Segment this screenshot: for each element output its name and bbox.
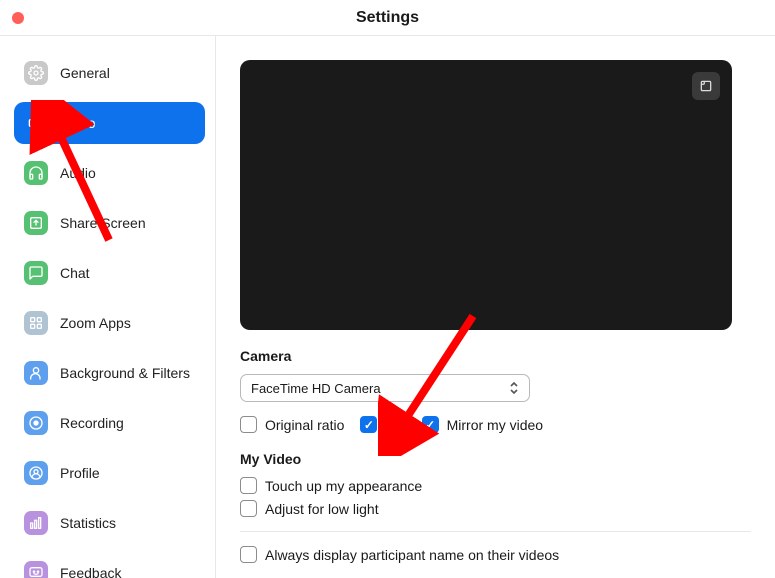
original-ratio-checkbox[interactable]: Original ratio bbox=[240, 416, 344, 433]
window-title: Settings bbox=[356, 9, 419, 27]
feedback-icon bbox=[24, 561, 48, 578]
sidebar-item-statistics[interactable]: Statistics bbox=[14, 502, 205, 544]
hd-checkbox[interactable]: HD bbox=[360, 416, 405, 433]
profile-icon bbox=[24, 461, 48, 485]
sidebar-item-video[interactable]: Video bbox=[14, 102, 205, 144]
headphones-icon bbox=[24, 161, 48, 185]
display-names-checkbox[interactable]: Always display participant name on their… bbox=[240, 546, 559, 563]
sidebar-item-label: Recording bbox=[60, 415, 124, 431]
sidebar-item-label: Share Screen bbox=[60, 215, 146, 231]
my-video-section-label: My Video bbox=[240, 451, 751, 467]
display-names-row: Always display participant name on their… bbox=[240, 546, 751, 563]
sidebar-item-label: Chat bbox=[60, 265, 90, 281]
sidebar-item-label: Zoom Apps bbox=[60, 315, 131, 331]
mirror-my-video-checkbox[interactable]: Mirror my video bbox=[422, 416, 543, 433]
content-pane: Camera FaceTime HD Camera Original ratio… bbox=[216, 36, 775, 578]
sidebar-item-zoom-apps[interactable]: Zoom Apps bbox=[14, 302, 205, 344]
sidebar-item-recording[interactable]: Recording bbox=[14, 402, 205, 444]
section-divider bbox=[240, 531, 751, 532]
touch-up-row: Touch up my appearance bbox=[240, 477, 751, 494]
sidebar-item-label: Video bbox=[60, 115, 96, 131]
share-icon bbox=[24, 211, 48, 235]
expand-icon bbox=[699, 79, 713, 93]
display-names-label: Always display participant name on their… bbox=[265, 547, 559, 563]
record-icon bbox=[24, 411, 48, 435]
person-icon bbox=[24, 361, 48, 385]
camera-select[interactable]: FaceTime HD Camera bbox=[240, 374, 530, 402]
camera-section-label: Camera bbox=[240, 348, 751, 364]
sidebar: General Video Audio Share Screen Chat Zoom Ap… bbox=[0, 36, 216, 578]
touch-up-checkbox[interactable]: Touch up my appearance bbox=[240, 477, 422, 494]
gear-icon bbox=[24, 61, 48, 85]
sidebar-item-profile[interactable]: Profile bbox=[14, 452, 205, 494]
sidebar-item-label: Profile bbox=[60, 465, 100, 481]
sidebar-item-label: Background & Filters bbox=[60, 365, 190, 381]
video-preview bbox=[240, 60, 732, 330]
low-light-label: Adjust for low light bbox=[265, 501, 379, 517]
low-light-checkbox[interactable]: Adjust for low light bbox=[240, 500, 379, 517]
camera-options-row: Original ratio HD Mirror my video bbox=[240, 416, 751, 433]
sidebar-item-general[interactable]: General bbox=[14, 52, 205, 94]
sidebar-item-label: General bbox=[60, 65, 110, 81]
sidebar-item-feedback[interactable]: Feedback bbox=[14, 552, 205, 578]
low-light-row: Adjust for low light bbox=[240, 500, 751, 517]
fullscreen-preview-button[interactable] bbox=[692, 72, 720, 100]
sidebar-item-share-screen[interactable]: Share Screen bbox=[14, 202, 205, 244]
hd-label: HD bbox=[385, 417, 405, 433]
sidebar-item-label: Audio bbox=[60, 165, 96, 181]
sidebar-item-background-filters[interactable]: Background & Filters bbox=[14, 352, 205, 394]
camera-icon bbox=[24, 111, 48, 135]
mirror-label: Mirror my video bbox=[447, 417, 543, 433]
stats-icon bbox=[24, 511, 48, 535]
apps-icon bbox=[24, 311, 48, 335]
camera-select-value: FaceTime HD Camera bbox=[251, 381, 381, 396]
close-window-button[interactable] bbox=[12, 12, 24, 24]
sidebar-item-chat[interactable]: Chat bbox=[14, 252, 205, 294]
original-ratio-label: Original ratio bbox=[265, 417, 344, 433]
touch-up-label: Touch up my appearance bbox=[265, 478, 422, 494]
main-container: General Video Audio Share Screen Chat Zoom Ap… bbox=[0, 36, 775, 578]
sidebar-item-audio[interactable]: Audio bbox=[14, 152, 205, 194]
window-controls bbox=[12, 12, 24, 24]
chevron-up-down-icon bbox=[509, 381, 519, 395]
titlebar: Settings bbox=[0, 0, 775, 36]
chat-icon bbox=[24, 261, 48, 285]
sidebar-item-label: Feedback bbox=[60, 565, 121, 578]
sidebar-item-label: Statistics bbox=[60, 515, 116, 531]
